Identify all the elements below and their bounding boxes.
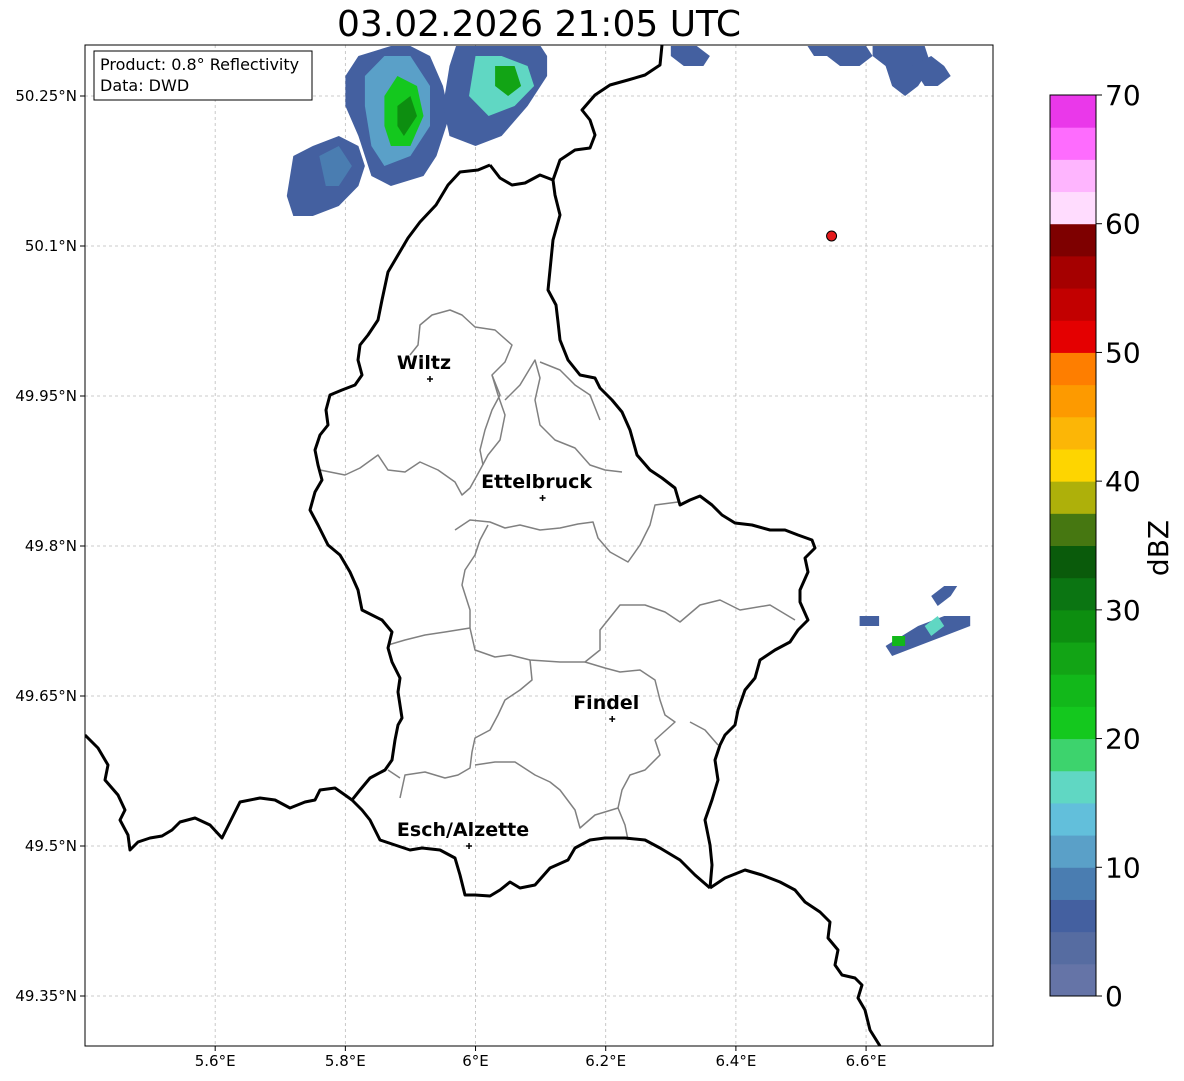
info-source: Data: DWD (100, 76, 189, 95)
map-background (85, 45, 993, 1046)
radar-map-figure: Wiltz Ettelbruck Findel Esch/Alzette 5.6°E 5… (15, 44, 1175, 1070)
colorbar-segment (1050, 416, 1096, 450)
info-product: Product: 0.8° Reflectivity (100, 55, 299, 74)
colorbar-segment (1050, 642, 1096, 675)
radar-site-dot (826, 230, 838, 242)
info-box: Product: 0.8° Reflectivity Data: DWD (93, 50, 313, 101)
colorbar-tick-label: 0 (1105, 980, 1123, 1013)
colorbar-segment (1050, 159, 1096, 193)
colorbar-segment (1050, 609, 1096, 643)
colorbar-segment (1050, 352, 1096, 386)
colorbar-segment (1050, 288, 1096, 321)
colorbar-segment (1050, 577, 1096, 611)
colorbar-tick-label: 10 (1105, 851, 1141, 884)
colorbar-tick-label: 30 (1105, 594, 1141, 627)
radar-echo (892, 636, 906, 646)
lat-tick-label: 49.8°N (25, 537, 77, 555)
colorbar-tick-label: 60 (1105, 208, 1141, 241)
colorbar-segment (1050, 738, 1096, 772)
colorbar-segment (1050, 706, 1096, 740)
colorbar-tick-label: 70 (1105, 79, 1141, 112)
colorbar-segment (1050, 320, 1096, 353)
lon-tick-label: 5.6°E (195, 1052, 236, 1070)
lon-tick-label: 6°E (462, 1052, 489, 1070)
colorbar-segment (1050, 513, 1096, 546)
lat-tick-label: 49.65°N (15, 687, 77, 705)
colorbar-segment (1050, 963, 1096, 997)
colorbar-tick-label: 40 (1105, 465, 1141, 498)
colorbar-segment (1050, 223, 1096, 257)
colorbar-tick-label: 50 (1105, 336, 1141, 369)
city-label: Wiltz (397, 352, 451, 374)
city-label: Esch/Alzette (397, 819, 529, 841)
colorbar-segment (1050, 674, 1096, 707)
lon-tick-label: 6.6°E (846, 1052, 887, 1070)
colorbar-segment (1050, 770, 1096, 804)
colorbar-segment (1050, 835, 1096, 868)
lon-tick-label: 6.4°E (715, 1052, 756, 1070)
colorbar-segment (1050, 384, 1096, 418)
colorbar-segment (1050, 95, 1096, 128)
radar-echo (859, 616, 880, 626)
colorbar-segment (1050, 127, 1096, 160)
colorbar-segment (1050, 545, 1096, 579)
colorbar-segment (1050, 448, 1096, 482)
colorbar-segment (1050, 481, 1096, 514)
colorbar-segment (1050, 802, 1096, 836)
lat-tick-label: 50.1°N (25, 237, 77, 255)
radar-site-marker (826, 230, 838, 242)
colorbar-segment (1050, 931, 1096, 965)
colorbar-segment (1050, 191, 1096, 225)
lat-tick-label: 49.5°N (25, 837, 77, 855)
colorbar-tick-label: 20 (1105, 723, 1141, 756)
colorbar-label: dBZ (1142, 520, 1175, 576)
lon-tick-label: 6.2°E (585, 1052, 626, 1070)
city-label: Findel (573, 692, 639, 714)
lat-tick-label: 50.25°N (15, 87, 77, 105)
lon-tick-label: 5.8°E (325, 1052, 366, 1070)
colorbar-segment (1050, 255, 1096, 289)
lat-tick-label: 49.35°N (15, 987, 77, 1005)
colorbar-segment (1050, 899, 1096, 933)
colorbar-segment (1050, 867, 1096, 900)
city-label: Ettelbruck (481, 471, 592, 493)
lat-tick-label: 49.95°N (15, 387, 77, 405)
colorbar: 0 10 20 30 40 50 60 70 (1049, 79, 1141, 1013)
